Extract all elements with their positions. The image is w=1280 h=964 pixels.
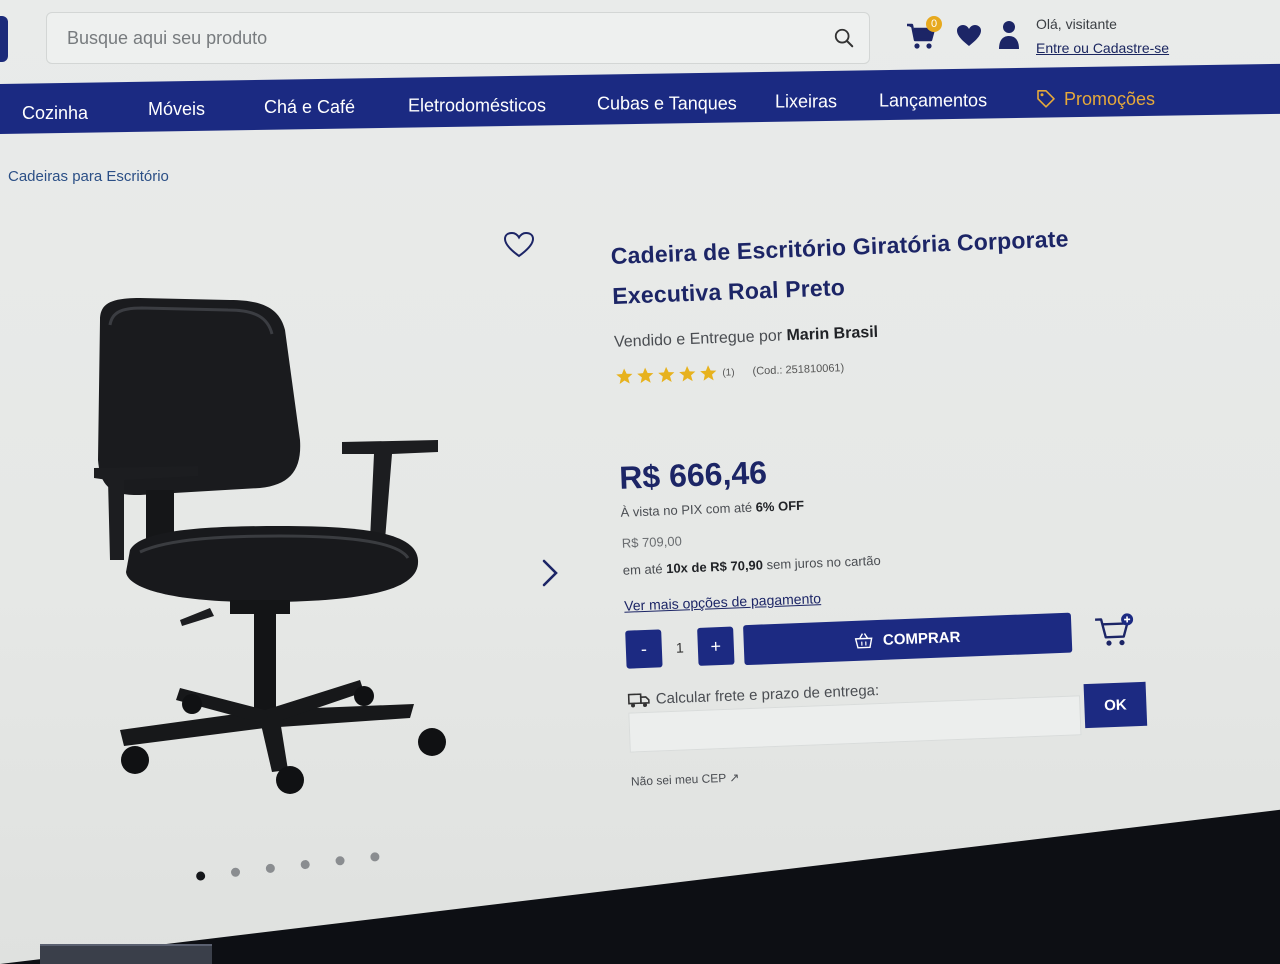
taskbar-tab[interactable] xyxy=(40,944,212,964)
security-icon[interactable] xyxy=(1184,848,1198,859)
product-title: Cadeira de Escritório Giratória Corporat… xyxy=(610,225,1070,309)
add-to-cart-icon[interactable] xyxy=(1093,612,1136,650)
browser-page: 0 Olá, visitante Entre ou Cadastre-se Co… xyxy=(0,0,1280,964)
nav-item-cubas-tanques[interactable]: Cubas e Tanques xyxy=(597,94,737,115)
gallery-dot[interactable] xyxy=(335,856,345,866)
nav-item-moveis[interactable]: Móveis xyxy=(148,99,205,120)
nav-item-lixeiras[interactable]: Lixeiras xyxy=(775,91,837,112)
wishlist-heart-icon[interactable] xyxy=(956,24,982,48)
seller-line: Vendido e Entregue por Marin Brasil xyxy=(614,313,1154,352)
installments-prefix: em até xyxy=(622,561,663,578)
promo-label: Promoções xyxy=(1064,88,1156,109)
seller-prefix: Vendido e Entregue por xyxy=(613,327,783,351)
buy-label: COMPRAR xyxy=(882,628,961,649)
gallery-dot[interactable] xyxy=(300,859,310,870)
logo[interactable] xyxy=(0,16,8,62)
nav-item-cha-cafe[interactable]: Chá e Café xyxy=(264,97,355,118)
gallery-dot[interactable] xyxy=(195,871,206,881)
star-icon xyxy=(658,366,675,383)
buy-row: - 1 + COMPRAR xyxy=(625,609,1166,670)
basket-icon xyxy=(854,633,873,649)
user-icon[interactable] xyxy=(998,20,1020,50)
gallery-dot[interactable] xyxy=(265,863,276,874)
star-icon xyxy=(679,366,696,382)
nav-item-eletrodomesticos[interactable]: Eletrodomésticos xyxy=(408,96,546,117)
seller-name[interactable]: Marin Brasil xyxy=(786,324,878,345)
installments-value: 10x de R$ 70,90 xyxy=(665,557,764,577)
quantity-value[interactable]: 1 xyxy=(662,639,699,656)
keyboard-icon[interactable] xyxy=(1148,852,1162,862)
truck-icon xyxy=(627,692,650,707)
language-indicator[interactable]: PT xyxy=(1130,853,1144,865)
chevron-right-icon[interactable] xyxy=(538,558,562,588)
gallery-dot[interactable] xyxy=(230,867,241,877)
more-payment-options-link[interactable]: Ver mais opções de pagamento xyxy=(624,577,1164,614)
no-cep-link[interactable]: Não sei meu CEP ↗ xyxy=(631,754,1171,788)
star-icon xyxy=(616,368,633,384)
cloud-icon[interactable] xyxy=(1166,850,1180,861)
search-icon[interactable] xyxy=(833,27,855,49)
quantity-decrease-button[interactable]: - xyxy=(625,629,663,669)
cart-count-badge: 0 xyxy=(926,16,942,32)
rating-count[interactable]: (1) xyxy=(722,367,735,378)
quantity-increase-button[interactable]: + xyxy=(697,626,735,666)
breadcrumb[interactable]: Cadeiras para Escritório xyxy=(8,168,169,185)
favorite-heart-icon[interactable] xyxy=(503,231,535,259)
app-tray-icon[interactable] xyxy=(1202,847,1215,857)
nav-item-promocoes[interactable]: Promoções xyxy=(1036,89,1155,110)
cep-ok-button[interactable]: OK xyxy=(1083,681,1148,729)
pix-text: À vista no PIX com até xyxy=(620,499,753,520)
login-register-link[interactable]: Entre ou Cadastre-se xyxy=(1036,40,1169,56)
search-bar xyxy=(46,12,870,64)
gallery-dots xyxy=(191,848,392,888)
nav-item-lancamentos[interactable]: Lançamentos xyxy=(879,90,987,111)
search-input[interactable] xyxy=(67,27,807,49)
greeting-text: Olá, visitante xyxy=(1036,16,1117,32)
gallery-dot[interactable] xyxy=(370,852,380,862)
tag-icon xyxy=(1037,89,1055,108)
rating-row: (1) (Cod.: 251810061) xyxy=(615,347,1155,386)
nav-item-cozinha[interactable]: Cozinha xyxy=(22,103,88,124)
star-icon xyxy=(700,365,717,381)
product-info-panel: Cadeira de Escritório Giratória Corporat… xyxy=(610,215,1171,789)
pix-discount: 6% OFF xyxy=(755,497,805,515)
star-icon xyxy=(637,367,654,384)
installments-suffix: sem juros no cartão xyxy=(766,552,881,573)
product-image-office-chair xyxy=(94,298,446,794)
system-tray: PT xyxy=(1130,846,1215,865)
product-code: (Cod.: 251810061) xyxy=(752,362,845,378)
buy-button[interactable]: COMPRAR xyxy=(743,612,1073,666)
